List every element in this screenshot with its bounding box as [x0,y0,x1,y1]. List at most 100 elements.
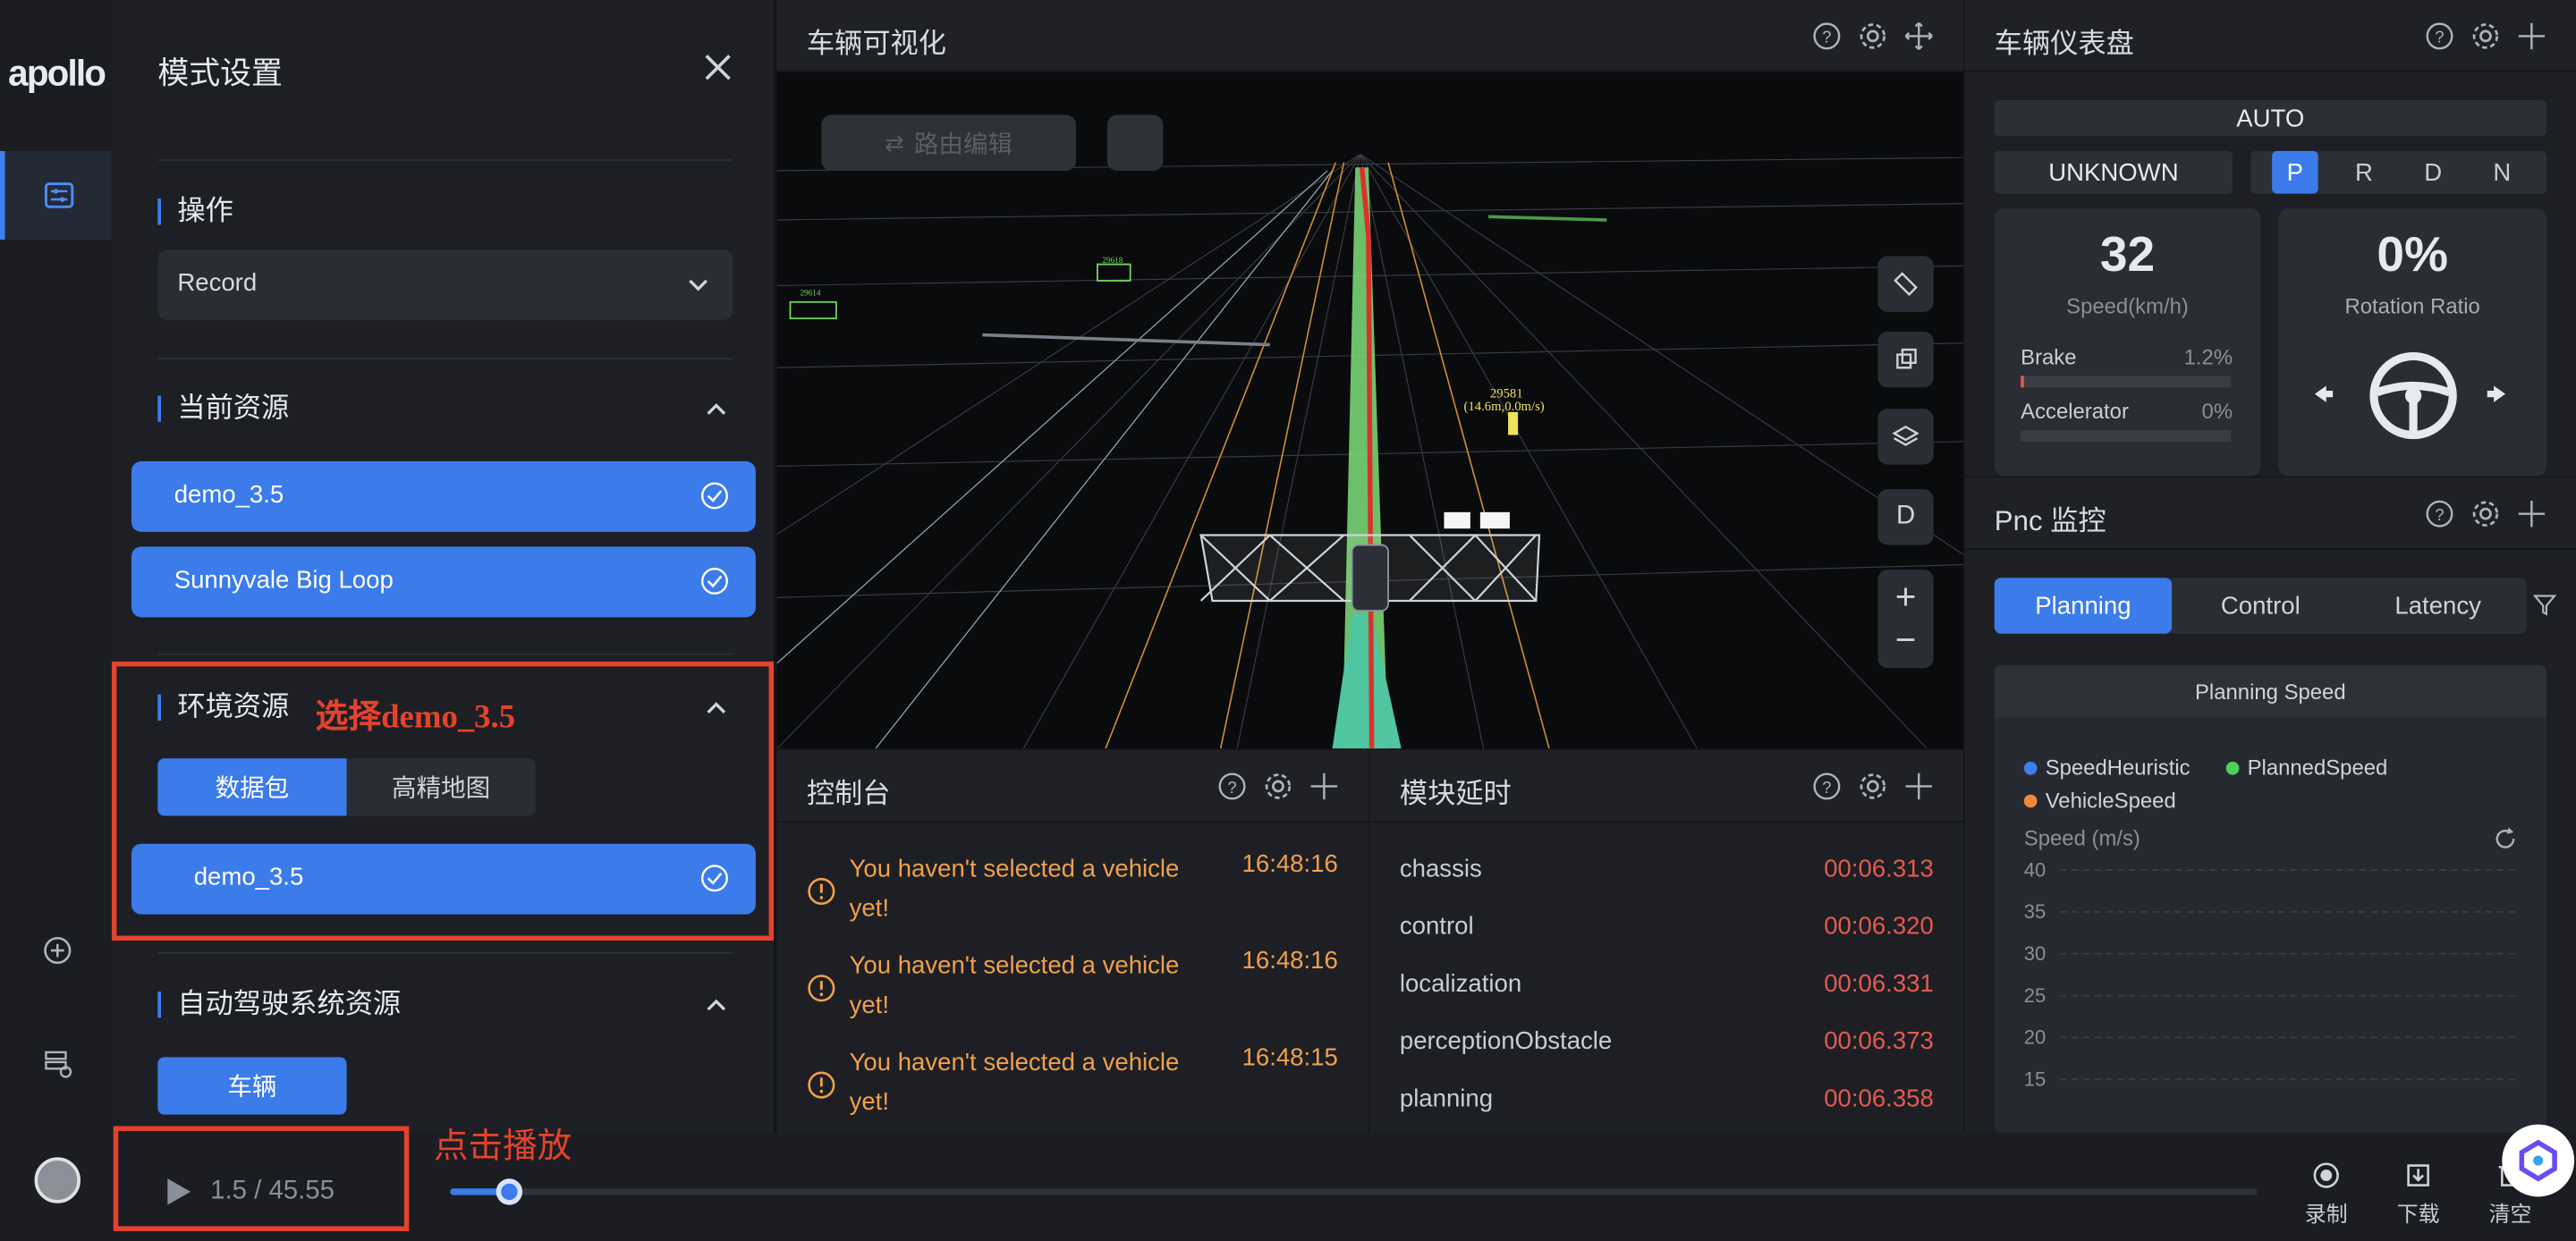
accelerator-value: 0% [2201,399,2233,424]
zoom-in-icon[interactable]: + [1895,578,1917,614]
move-icon[interactable] [2517,21,2546,51]
arrow-left-icon [2314,385,2334,402]
close-icon[interactable] [699,49,735,85]
y-tick-label: 20 [2024,1026,2046,1049]
y-tick-label: 35 [2024,900,2046,923]
legend-dot [2225,760,2240,774]
module-latency: 00:06.320 [1824,912,1934,941]
add-panel-icon[interactable] [39,933,75,968]
progress-track[interactable] [450,1188,2258,1195]
move-icon[interactable] [1309,772,1339,801]
layers-icon[interactable] [1877,409,1934,465]
download-label: 下载 [2396,1201,2440,1227]
panel-header: 模块延时 ? [1369,750,1963,823]
panel-title: 车辆可视化 [806,28,946,60]
help-icon[interactable]: ? [2425,21,2454,51]
view-mode-button[interactable]: D [1877,489,1934,545]
mode-settings-nav[interactable] [0,150,112,241]
resource-label: demo_3.5 [174,480,284,510]
help-icon[interactable]: ? [1812,772,1842,801]
settings-icon[interactable] [2470,21,2500,51]
ads-resources-title: 自动驾驶系统资源 [157,990,401,1017]
tab-latency[interactable]: Latency [2349,578,2526,633]
help-icon[interactable]: ? [2425,499,2454,528]
help-icon[interactable]: ? [1812,21,1842,51]
accelerator-label: Accelerator [2021,399,2129,424]
ruler-icon[interactable] [1877,256,1934,312]
operation-select[interactable]: Record [157,249,733,321]
move-icon[interactable] [1904,21,1934,51]
record-icon [2313,1162,2339,1188]
y-tick-label: 25 [2024,984,2046,1007]
divider [157,159,733,161]
settings-icon[interactable] [1858,772,1887,801]
progress-slider-handle[interactable] [496,1178,523,1205]
zoom-out-icon[interactable]: − [1895,621,1917,657]
user-avatar[interactable] [34,1157,80,1203]
current-resource-item[interactable]: Sunnyvale Big Loop [131,546,756,618]
resource-manager-icon[interactable] [39,1046,75,1082]
help-icon[interactable]: ? [1217,772,1247,801]
svg-text:?: ? [1227,778,1236,797]
speed-label: Speed(km/h) [2066,293,2189,319]
latency-row: control 00:06.320 [1400,913,1934,941]
filter-icon[interactable] [2533,593,2556,616]
annotation-click-play: 点击播放 [433,1126,572,1166]
download-action[interactable]: 下载 [2389,1162,2448,1228]
refresh-icon[interactable] [2494,827,2517,850]
y-tick-label: 30 [2024,942,2046,965]
apollo-logo: apollo [8,52,106,94]
legend-label: PlannedSpeed [2247,755,2388,781]
chevron-up-icon[interactable] [703,992,729,1017]
tab-planning[interactable]: Planning [1994,578,2173,634]
message-time: 16:48:15 [1241,1043,1338,1072]
module-name: planning [1399,1085,1494,1113]
settings-icon[interactable] [1263,772,1292,801]
svg-text:?: ? [1822,778,1831,797]
legend-planned-speed[interactable]: PlannedSpeed [2225,755,2388,781]
route-tool-icon[interactable] [1106,114,1164,171]
divider [157,358,733,360]
chevron-up-icon[interactable] [703,395,729,421]
latency-row: perceptionObstacle 00:06.373 [1400,1027,1934,1055]
3d-scene-canvas[interactable]: 29581 (14.6m,0.0m/s) 29618 29614 [776,72,1963,749]
latency-row: planning 00:06.358 [1400,1085,1934,1113]
arrow-right-icon [2487,385,2505,402]
module-name: control [1399,912,1474,941]
panel-header: 控制台 ? [776,750,1368,823]
speed-value: 32 [2099,228,2156,283]
panel-title: Pnc 监控 [1994,505,2106,537]
move-icon[interactable] [1904,772,1934,801]
rotation-value: 0% [2377,228,2448,283]
zoom-control: + − [1877,570,1934,669]
move-icon[interactable] [2517,499,2546,528]
legend-speed-heuristic[interactable]: SpeedHeuristic [2023,756,2190,780]
vehicle-tab-button[interactable]: 车辆 [157,1057,347,1115]
copy-icon[interactable] [1877,331,1934,388]
divider [157,653,733,655]
pnc-monitor-panel: Pnc 监控 ? Planning Control Latency Planni… [1964,477,2576,1133]
mode-settings-panel: 模式设置 操作 Record 当前资源 demo_3.5 Sunnyvale B… [111,0,775,1133]
legend-dot [2023,793,2038,807]
panel-header: 车辆可视化 ? [776,0,1963,72]
obstacle-id-label: 29618 [1102,256,1123,265]
tab-control[interactable]: Control [2172,578,2349,633]
message-text: You haven't selected a vehicle yet! [849,855,1180,923]
assistant-icon [2519,1139,2557,1182]
record-action[interactable]: 录制 [2297,1162,2356,1228]
settings-icon[interactable] [2470,499,2500,528]
current-resource-item[interactable]: demo_3.5 [131,460,756,532]
drive-mode-badge: AUTO [1994,99,2546,137]
obstacle-id-label: 29581 [1490,386,1523,401]
settings-icon[interactable] [1858,21,1887,51]
current-resources-title: 当前资源 [157,394,289,422]
left-rail: apollo [0,0,112,1241]
vehicle-status-badge: UNKNOWN [1994,150,2233,194]
module-latency: 00:06.331 [1824,970,1934,999]
module-latency: 00:06.313 [1824,855,1934,883]
gear-n: N [2493,158,2512,187]
legend-vehicle-speed[interactable]: VehicleSpeed [2023,788,2176,813]
route-edit-button[interactable]: ⇄ 路由编辑 [821,114,1077,171]
assistant-floating-button[interactable] [2502,1124,2575,1197]
check-circle-icon [700,567,728,595]
